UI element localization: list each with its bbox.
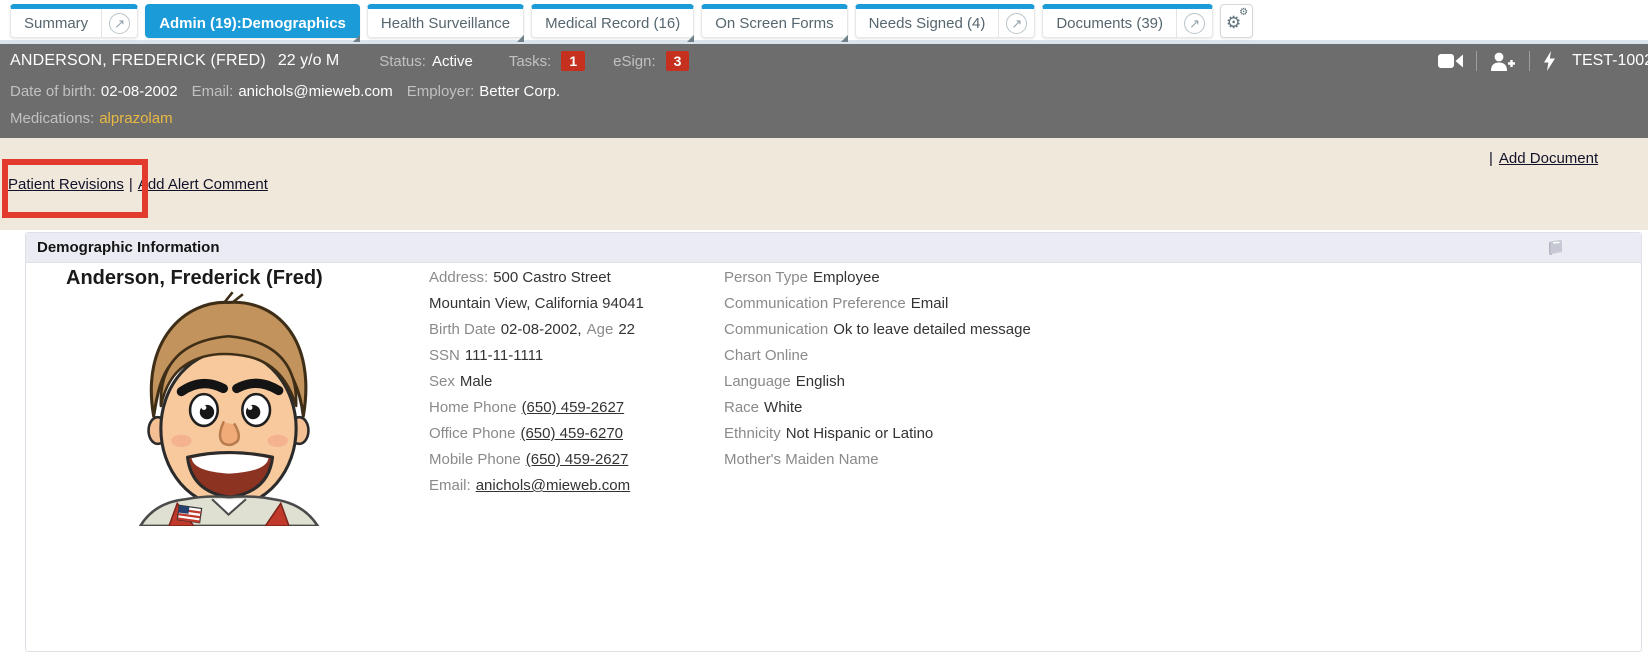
tab-medical-record[interactable]: Medical Record (16) — [531, 4, 694, 38]
video-camera-icon[interactable] — [1438, 53, 1463, 69]
add-alert-comment-link[interactable]: Add Alert Comment — [138, 176, 268, 193]
field-chart-online: Chart Online — [724, 343, 1031, 369]
field-communication: CommunicationOk to leave detailed messag… — [724, 317, 1031, 343]
esign-label: eSign: — [613, 53, 656, 70]
home-phone-link[interactable]: (650) 459-2627 — [522, 399, 625, 416]
popout-arrow-icon: ↗ — [1006, 13, 1027, 34]
patient-age-sex: 22 y/o M — [278, 52, 339, 70]
field-home-phone: Home Phone(650) 459-2627 — [429, 395, 644, 421]
mobile-phone-link[interactable]: (650) 459-2627 — [526, 451, 629, 468]
tab-health-surveillance-label: Health Surveillance — [368, 9, 523, 37]
tab-documents[interactable]: Documents (39) ↗ — [1042, 4, 1213, 38]
tab-admin-label: Admin (19):Demographics — [146, 9, 359, 37]
tab-summary[interactable]: Summary ↗ — [10, 4, 138, 38]
esign-count-badge[interactable]: 3 — [666, 51, 690, 71]
revision-book-icon[interactable] — [1545, 239, 1564, 256]
tasks-label: Tasks: — [509, 53, 552, 70]
popout-arrow-icon: ↗ — [109, 13, 130, 34]
tab-on-screen-forms-label: On Screen Forms — [702, 9, 846, 37]
field-ethnicity: EthnicityNot Hispanic or Latino — [724, 421, 1031, 447]
field-address-line2: Mountain View, California 94041 — [429, 291, 644, 317]
field-email: Email:anichols@mieweb.com — [429, 473, 644, 499]
medications-value: alprazolam — [99, 110, 172, 127]
link-separator: | — [129, 176, 133, 193]
action-links: Patient Revisions | Add Alert Comment — [8, 176, 268, 193]
link-separator: | — [1489, 150, 1493, 167]
chart-id: TEST-10025 — [1572, 52, 1648, 70]
patient-header-block: ANDERSON, FREDERICK (FRED) 22 y/o M Stat… — [0, 44, 1648, 138]
demographic-information-panel: Demographic Information Anderson, Freder… — [25, 232, 1642, 652]
field-race: RaceWhite — [724, 395, 1031, 421]
patient-header-row: ANDERSON, FREDERICK (FRED) 22 y/o M Stat… — [10, 44, 1648, 78]
field-ssn: SSN111-11-1111 — [429, 343, 644, 369]
chart-tab-bar: Summary ↗ Admin (19):Demographics Health… — [0, 0, 1648, 40]
patient-info-row-1: Date of birth: 02-08-2002 Email:anichols@… — [10, 78, 1648, 105]
add-person-icon[interactable] — [1490, 52, 1516, 71]
patient-revisions-link[interactable]: Patient Revisions — [8, 176, 124, 193]
tasks-count-badge[interactable]: 1 — [561, 51, 585, 71]
popout-arrow-icon: ↗ — [1184, 13, 1205, 34]
field-sex: SexMale — [429, 369, 644, 395]
settings-gears-button[interactable]: ⚙ ⚙ — [1220, 4, 1253, 38]
tab-needs-signed-label: Needs Signed (4) — [856, 9, 999, 37]
status-value: Active — [432, 53, 473, 70]
status-label: Status: — [379, 53, 426, 70]
medications-label: Medications: — [10, 110, 94, 127]
field-person-type: Person TypeEmployee — [724, 265, 1031, 291]
demographics-left-column: Address:500 Castro Street Mountain View,… — [429, 265, 644, 499]
email-value: anichols@mieweb.com — [238, 83, 392, 100]
divider — [1476, 51, 1477, 71]
tab-summary-label: Summary — [11, 9, 101, 37]
panel-header: Demographic Information — [26, 233, 1641, 263]
field-office-phone: Office Phone(650) 459-6270 — [429, 421, 644, 447]
tab-medical-record-label: Medical Record (16) — [532, 9, 693, 37]
field-language: LanguageEnglish — [724, 369, 1031, 395]
tab-summary-popout-button[interactable]: ↗ — [101, 9, 137, 37]
field-mothers-maiden-name: Mother's Maiden Name — [724, 447, 1031, 473]
employer-value: Better Corp. — [479, 83, 560, 100]
employer-label: Employer: — [407, 83, 475, 100]
tab-on-screen-forms[interactable]: On Screen Forms — [701, 4, 847, 38]
tab-needs-signed[interactable]: Needs Signed (4) ↗ — [855, 4, 1036, 38]
email-label: Email: — [192, 83, 234, 100]
patient-email-link[interactable]: anichols@mieweb.com — [476, 477, 630, 494]
demographics-right-column: Person TypeEmployee Communication Prefer… — [724, 265, 1031, 473]
field-birth-date: Birth Date02-08-2002,Age22 — [429, 317, 644, 343]
tab-documents-label: Documents (39) — [1043, 9, 1176, 37]
dob-value: 02-08-2002 — [101, 83, 178, 100]
patient-photo[interactable] — [126, 291, 331, 531]
dob-label: Date of birth: — [10, 83, 96, 100]
add-document-link[interactable]: Add Document — [1499, 150, 1598, 167]
tab-needs-signed-popout-button[interactable]: ↗ — [998, 9, 1034, 37]
gear-icon: ⚙ — [1239, 8, 1248, 18]
tab-admin-demographics[interactable]: Admin (19):Demographics — [145, 4, 360, 38]
tab-documents-popout-button[interactable]: ↗ — [1176, 9, 1212, 37]
demographics-patient-name: Anderson, Frederick (Fred) — [66, 267, 323, 290]
panel-body: Anderson, Frederick (Fred) — [26, 263, 1641, 651]
field-communication-preference: Communication PreferenceEmail — [724, 291, 1031, 317]
field-address: Address:500 Castro Street — [429, 265, 644, 291]
webchart-demographics-page: { "tabs": { "items": [ { "label": "Summa… — [0, 0, 1648, 493]
field-mobile-phone: Mobile Phone(650) 459-2627 — [429, 447, 644, 473]
office-phone-link[interactable]: (650) 459-6270 — [520, 425, 623, 442]
panel-title: Demographic Information — [37, 239, 220, 256]
patient-name: ANDERSON, FREDERICK (FRED) — [10, 52, 266, 70]
patient-header-actions: TEST-10025 — [1438, 51, 1648, 71]
add-document-area: | Add Document — [1489, 150, 1598, 167]
divider — [1529, 51, 1530, 71]
tab-health-surveillance[interactable]: Health Surveillance — [367, 4, 524, 38]
action-band: Patient Revisions | Add Alert Comment | Add… — [0, 138, 1648, 230]
lightning-bolt-icon[interactable] — [1543, 51, 1556, 71]
patient-info-row-2: Medications: alprazolam — [10, 105, 1648, 132]
